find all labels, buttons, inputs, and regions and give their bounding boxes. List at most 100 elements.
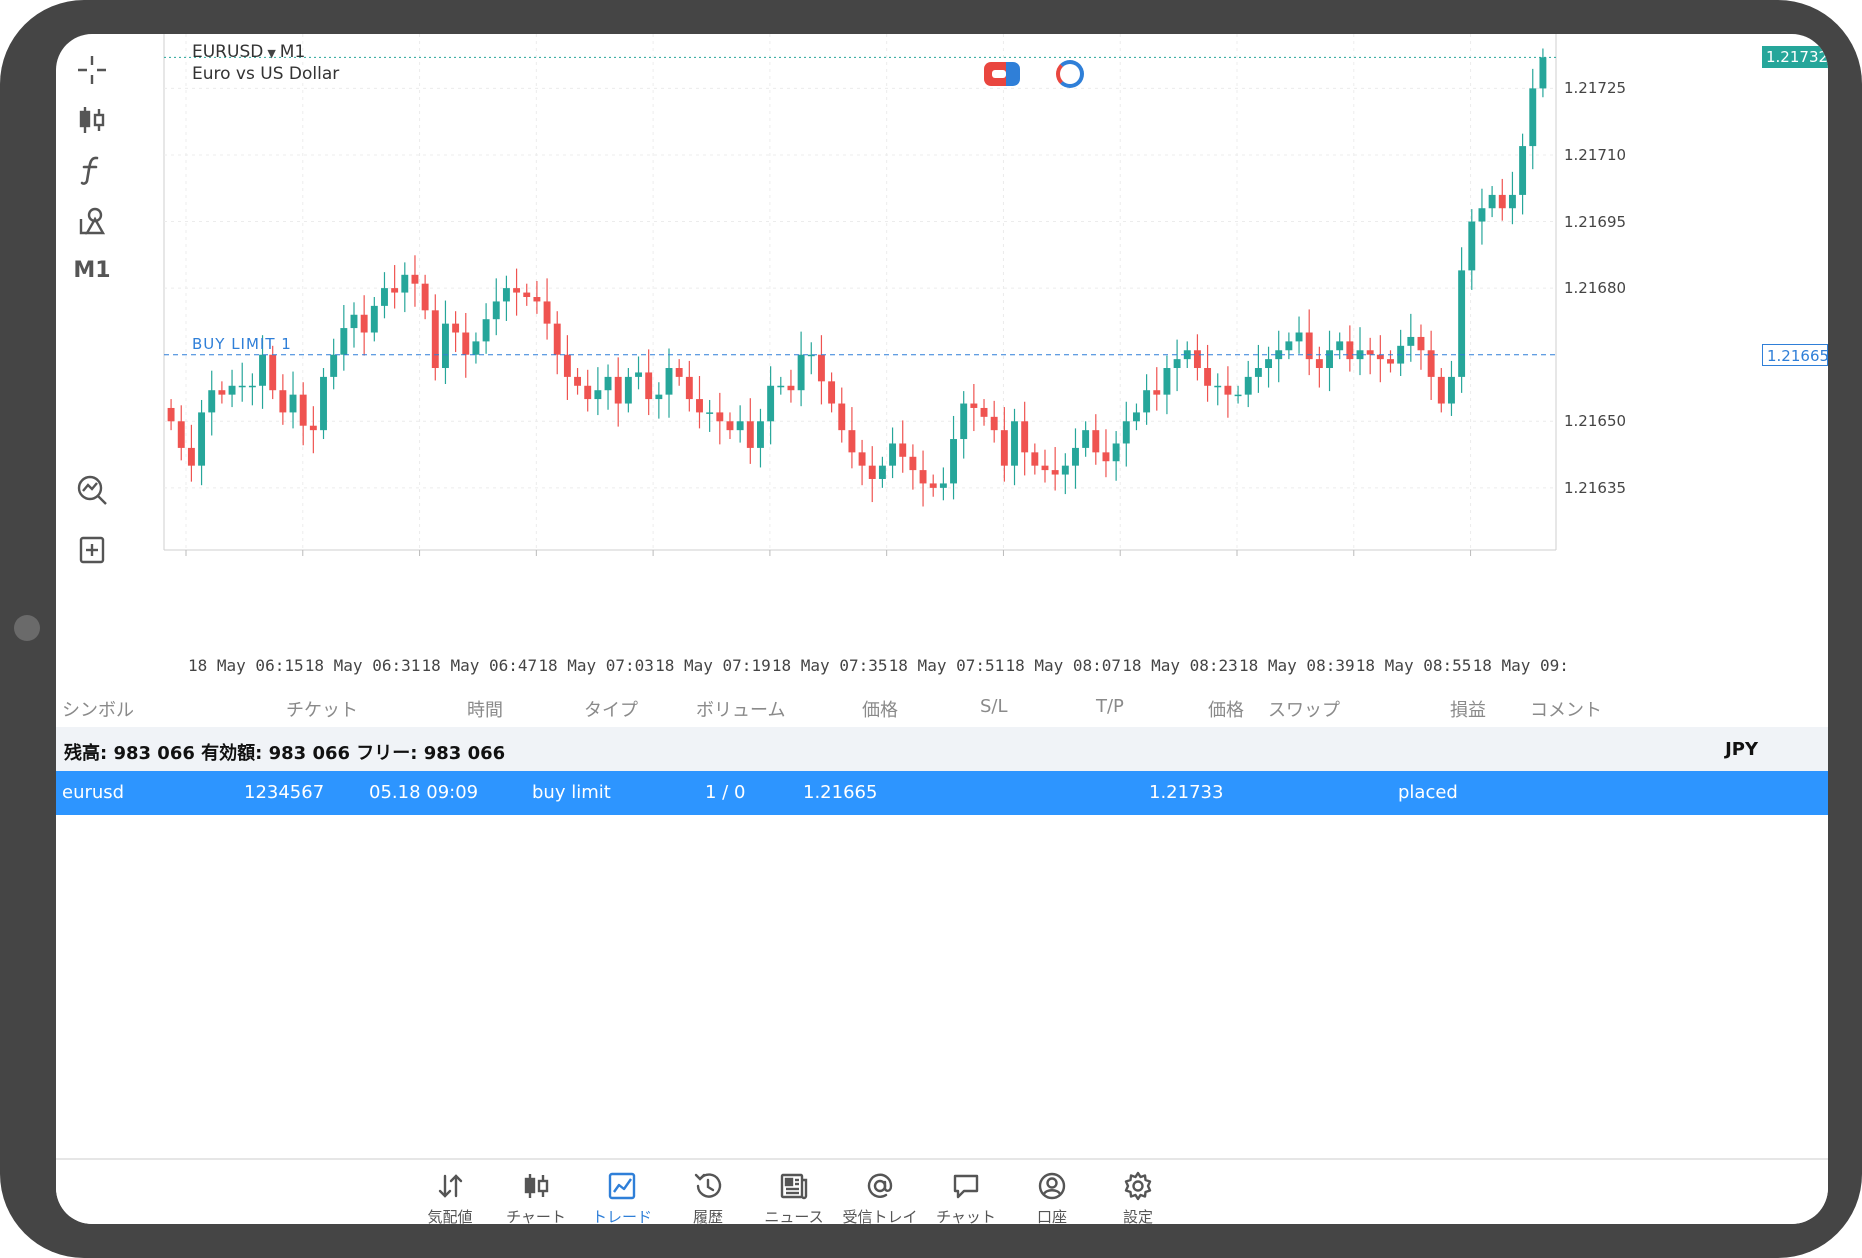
col-sl[interactable]: S/L	[980, 696, 1008, 717]
nav-quotes[interactable]: 気配値	[400, 1170, 500, 1224]
chart-timeframe: M1	[279, 42, 306, 62]
y-tick-label: 1.21695	[1564, 212, 1627, 231]
nav-account[interactable]: 口座	[1002, 1170, 1102, 1224]
col-time[interactable]: 時間	[467, 696, 503, 722]
candle-body	[1376, 354, 1384, 360]
nav-chart[interactable]: チャート	[486, 1170, 586, 1224]
candle-body	[350, 314, 358, 329]
candle-body	[716, 412, 724, 422]
chart-symbol-description: Euro vs US Dollar	[192, 64, 340, 84]
candle-body	[1387, 359, 1394, 364]
y-tick-label: 1.21635	[1564, 478, 1627, 497]
chat-icon	[953, 1174, 979, 1199]
candle-body	[309, 425, 317, 431]
col-price[interactable]: 価格	[862, 696, 898, 722]
chart-icon	[524, 1174, 549, 1198]
candle-body	[909, 456, 917, 471]
candle-body	[828, 381, 836, 404]
col-tp[interactable]: T/P	[1096, 696, 1124, 717]
nav-inbox[interactable]: 受信トレイ	[830, 1170, 930, 1224]
candle-body	[177, 421, 185, 448]
candle-body	[858, 452, 866, 466]
candle-body	[1224, 385, 1232, 395]
candle-body	[482, 319, 490, 342]
indicator-list-button[interactable]	[68, 468, 116, 512]
candle-body	[929, 483, 937, 488]
function-icon	[80, 156, 99, 185]
buy-limit-label[interactable]: BUY LIMIT 1	[192, 335, 292, 353]
candle-body	[1366, 350, 1374, 355]
order-symbol: eurusd	[62, 782, 125, 803]
nav-chat[interactable]: チャット	[916, 1170, 1016, 1224]
indicator-search-icon	[77, 475, 107, 505]
candle-body	[604, 376, 612, 391]
crosshair-button[interactable]	[68, 48, 116, 92]
candle-body	[635, 372, 642, 377]
nav-settings[interactable]: 設定	[1088, 1170, 1188, 1224]
candle-body	[655, 394, 663, 400]
objects-icon	[79, 207, 106, 235]
candle-body	[1234, 394, 1242, 397]
candle-body	[1122, 421, 1130, 444]
chevron-down-icon[interactable]: ▼	[267, 47, 275, 60]
economic-calendar-icon[interactable]	[1056, 60, 1084, 88]
col-volume[interactable]: ボリューム	[696, 696, 785, 722]
chart-type-button[interactable]	[68, 98, 116, 142]
price-chart[interactable]: EURUSD ▼ M1 Euro vs US Dollar BUY LIMIT 1 …	[128, 34, 1828, 686]
candle-body	[970, 403, 978, 408]
candle-body	[685, 376, 693, 400]
account-currency: JPY	[1725, 739, 1758, 760]
candle-body	[746, 421, 754, 448]
candle-body	[1244, 376, 1252, 395]
trade-icon	[608, 1172, 636, 1200]
balance-summary: 残高: 983 066 有効額: 983 066 フリー: 983 066	[64, 743, 506, 764]
col-symbol[interactable]: シンボル	[62, 696, 134, 722]
candlestick-chart[interactable]	[128, 34, 1828, 686]
candle-body	[838, 403, 846, 431]
nav-trade[interactable]: トレード	[572, 1170, 672, 1224]
indicators-button[interactable]	[68, 148, 116, 192]
candle-body	[523, 292, 531, 297]
col-ticket[interactable]: チケット	[286, 696, 358, 722]
objects-button[interactable]	[68, 198, 116, 242]
candle-body	[431, 310, 439, 369]
candle-body	[767, 385, 775, 422]
col-type[interactable]: タイプ	[584, 696, 638, 722]
table-row[interactable]: eurusd 1234567 05.18 09:09 buy limit 1 /…	[56, 771, 1828, 815]
col-current-price[interactable]: 価格	[1208, 696, 1244, 722]
candle-body	[1092, 430, 1100, 453]
candle-body	[279, 390, 287, 413]
candle-body	[228, 385, 236, 395]
candle-body	[1051, 470, 1059, 475]
candle-body	[553, 323, 561, 355]
trade-table-header: シンボル チケット 時間 タイプ ボリューム 価格 S/L T/P 価格 スワッ…	[56, 686, 1828, 726]
y-tick-label: 1.21650	[1564, 412, 1627, 431]
col-comment[interactable]: コメント	[1530, 696, 1602, 722]
x-tick-label: 18 May 06:15	[188, 656, 304, 675]
candle-body	[990, 416, 998, 431]
col-swap[interactable]: スワップ	[1268, 696, 1340, 722]
candle-body	[848, 430, 856, 453]
nav-history[interactable]: 履歴	[658, 1170, 758, 1224]
add-chart-button[interactable]	[68, 528, 116, 572]
candle-body	[950, 439, 957, 484]
candle-body	[218, 390, 226, 395]
candle-body	[1254, 368, 1262, 377]
candle-body	[299, 394, 307, 426]
candle-body	[624, 376, 632, 404]
crosshair-icon	[78, 56, 106, 84]
one-click-trading-icon[interactable]	[984, 62, 1020, 86]
order-ticket: 1234567	[244, 782, 325, 803]
candle-body	[1295, 332, 1303, 342]
timeframe-label: M1	[73, 257, 111, 283]
candle-body	[584, 385, 592, 400]
timeframe-button[interactable]: M1	[68, 248, 116, 292]
nav-news[interactable]: ニュース	[744, 1170, 844, 1224]
candle-body	[1539, 57, 1547, 89]
candle-body	[421, 283, 429, 311]
candle-body	[269, 354, 277, 391]
candle-body	[797, 354, 805, 391]
candle-body	[472, 341, 480, 355]
col-profit[interactable]: 損益	[1450, 696, 1486, 722]
candle-body	[899, 443, 907, 457]
